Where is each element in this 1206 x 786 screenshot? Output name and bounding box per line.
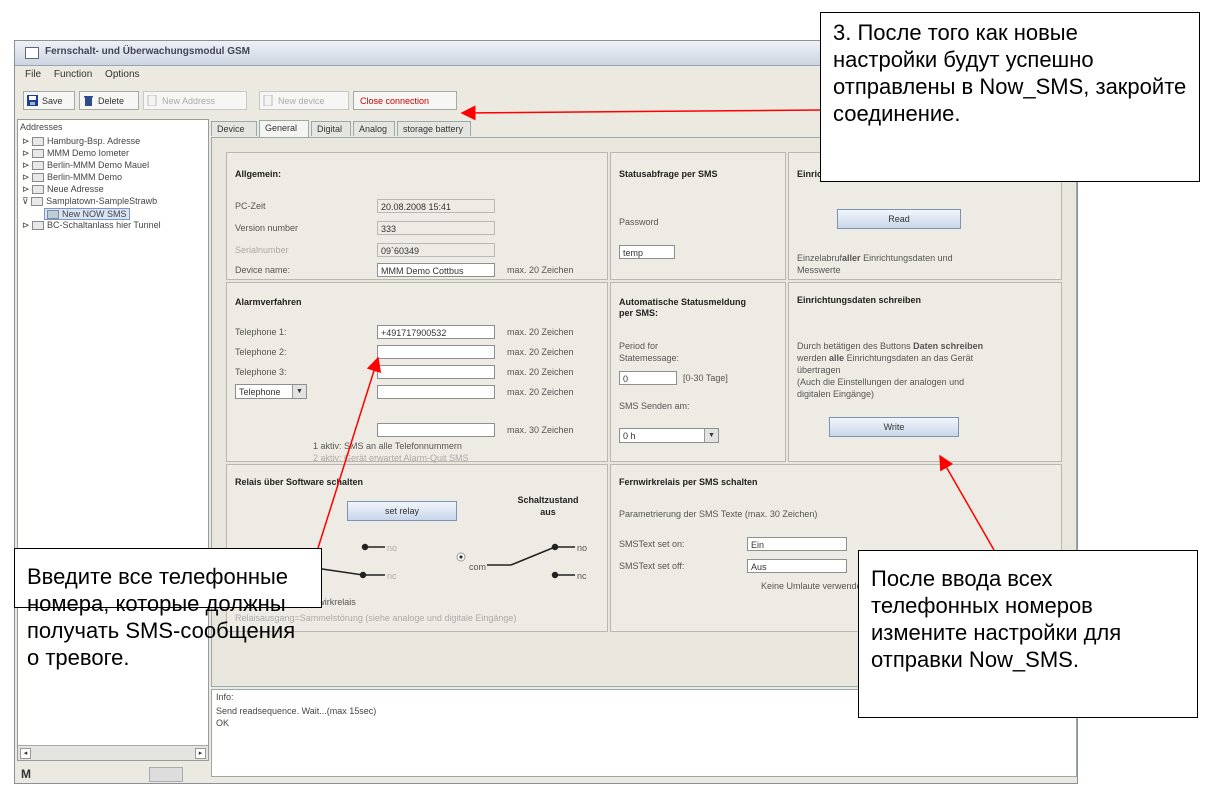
arrow-to-write-button [939, 454, 995, 551]
arrow-to-telephone-fields [317, 356, 382, 549]
annotation-arrows [317, 105, 995, 551]
arrow-to-close-connection [460, 105, 821, 121]
